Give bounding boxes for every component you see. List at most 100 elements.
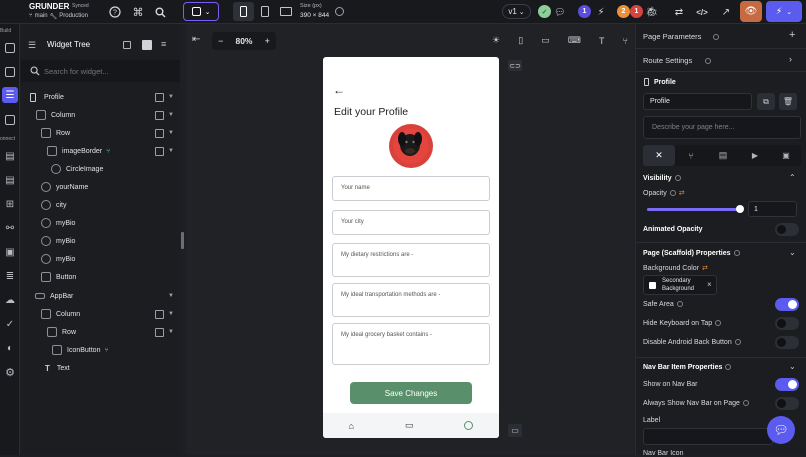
media-icon[interactable]: ▣ [2,244,18,260]
tab-state[interactable]: ▤ [707,145,739,166]
info-icon[interactable] [335,7,344,16]
chat-icon[interactable]: ▭ [405,420,414,431]
tree-item-yourname[interactable]: yourName [21,178,180,196]
widget-tree-icon[interactable]: ☰ [2,87,18,103]
phone-icon[interactable]: ▯ [518,35,523,46]
tests-icon[interactable]: ✓ [2,316,18,332]
app-state-icon[interactable]: ⊞ [2,196,18,212]
chat-icon[interactable]: 💬︎ [553,5,567,19]
info-icon[interactable] [715,320,722,327]
command-icon[interactable]: ⌘ [131,5,145,19]
page-name-input[interactable]: Profile [643,93,752,110]
lightning-icon[interactable]: ⚡︎ [594,5,608,19]
zoom-out-button[interactable]: − [218,36,223,46]
safe-area-toggle[interactable] [775,298,799,311]
opacity-slider-track[interactable] [647,205,744,213]
info-icon[interactable] [674,175,681,182]
disable-back-toggle[interactable] [775,336,799,349]
dietary-field[interactable]: My dietary restrictions are - [332,243,490,277]
bug-icon[interactable]: 🐞︎ [645,5,659,19]
caret-down-icon[interactable]: ▼ [168,311,174,317]
tree-item-mybio[interactable]: myBio [21,250,180,268]
search-icon[interactable] [153,5,167,19]
chevron-up-icon[interactable]: ⌃ [789,173,796,182]
add-child-icon[interactable] [155,309,164,319]
tab-properties[interactable]: ✕ [643,145,675,166]
tree-item-row[interactable]: Row ▼ [21,124,180,142]
tree-item-column[interactable]: Column ▼ [21,106,180,124]
widget-search-input[interactable] [44,64,174,78]
run-button[interactable]: ⚡︎ ⌄ [766,1,802,22]
link-icon[interactable]: ⊂⊃ [508,60,522,71]
add-child-icon[interactable] [155,128,164,138]
add-parameter-button[interactable]: + [789,29,795,41]
chevron-down-icon[interactable]: ⌄ [789,362,796,371]
tree-item-text[interactable]: T Text [21,359,180,377]
background-color-chip[interactable]: Secondary Background × [643,275,717,295]
tree-item-mybio[interactable]: myBio [21,232,180,250]
caret-down-icon[interactable]: ▼ [168,112,174,118]
settings-gear-icon[interactable]: ⚙︎ [2,364,18,380]
tree-item-row[interactable]: Row ▼ [21,323,180,341]
integrations-icon[interactable]: ⚯ [2,220,18,236]
add-child-icon[interactable] [155,327,164,337]
info-icon[interactable] [702,56,711,65]
code-icon[interactable]: </> [695,5,709,19]
variable-icon[interactable]: ⇄ [679,190,685,197]
profile-nav-icon[interactable] [464,421,474,430]
share-icon[interactable]: ⇄ [672,5,686,19]
api-calls-icon[interactable]: ≣ [2,268,18,284]
theme-icon[interactable]: ◐ [2,340,18,356]
delete-icon[interactable]: 🗑︎ [779,93,797,110]
add-child-icon[interactable] [155,146,164,156]
preview-button[interactable]: 👁︎ [740,1,762,22]
help-icon[interactable]: ? [108,5,122,19]
caret-down-icon[interactable]: ▼ [168,293,174,299]
transportation-field[interactable]: My ideal transportation methods are - [332,283,490,317]
cloud-icon[interactable]: ☁︎ [2,292,18,308]
check-status-icon[interactable]: ✓ [538,5,551,18]
animated-opacity-toggle[interactable] [775,223,799,236]
add-widget-icon[interactable] [2,40,18,56]
database-icon[interactable]: ▤ [2,148,18,164]
caret-down-icon[interactable]: ▼ [168,148,174,154]
tree-item-button[interactable]: Button [21,268,180,286]
clear-color-icon[interactable]: × [707,280,712,289]
nav-label-input[interactable] [643,428,773,445]
tree-item-imageborder[interactable]: imageBorder ⑂ ▼ [21,142,180,160]
info-icon[interactable] [733,250,740,257]
tree-item-profile[interactable]: Profile ▼ [21,88,180,106]
panel-resize-handle[interactable] [181,232,184,249]
duplicate-icon[interactable]: ⧉ [757,93,775,110]
tree-item-appbar[interactable]: AppBar ▼ [21,287,180,305]
tree-item-column[interactable]: Column ▼ [21,305,180,323]
tree-item-mybio[interactable]: myBio [21,214,180,232]
device-frame-icon[interactable]: ▭ [541,35,550,46]
info-icon[interactable] [676,301,683,308]
collaborator-badge[interactable]: 1 [578,5,591,18]
dog-avatar-image[interactable] [389,124,433,168]
connections-icon[interactable]: ⑂ [623,36,628,46]
info-icon[interactable] [734,339,741,346]
version-selector[interactable]: v1 ⌄ [502,4,531,19]
storyboard-icon[interactable] [2,112,18,128]
hide-keyboard-toggle[interactable] [775,317,799,330]
opacity-slider-handle[interactable] [736,205,744,213]
caret-down-icon[interactable]: ▼ [168,130,174,136]
caret-down-icon[interactable]: ▼ [168,94,174,100]
variable-icon[interactable]: ⇄ [702,265,708,272]
desktop-icon[interactable] [280,7,292,16]
tab-backend[interactable]: ⑂ [675,145,707,166]
show-on-nav-toggle[interactable] [775,378,799,391]
add-child-icon[interactable] [155,110,164,120]
grocery-field[interactable]: My ideal grocery basket contains - [332,323,490,365]
back-arrow-icon[interactable]: ← [333,83,345,97]
error-count-badge[interactable]: 1 [630,5,643,18]
name-field[interactable]: Your name [332,176,490,201]
collapse-panel-icon[interactable]: ⇤ [192,34,200,45]
tree-item-iconbutton[interactable]: IconButton ⑂ [21,341,180,359]
pages-icon[interactable] [2,64,18,80]
info-icon[interactable] [669,190,676,197]
brightness-icon[interactable]: ☀︎ [492,35,500,46]
keyboard-icon[interactable]: ⌨︎ [568,35,581,46]
